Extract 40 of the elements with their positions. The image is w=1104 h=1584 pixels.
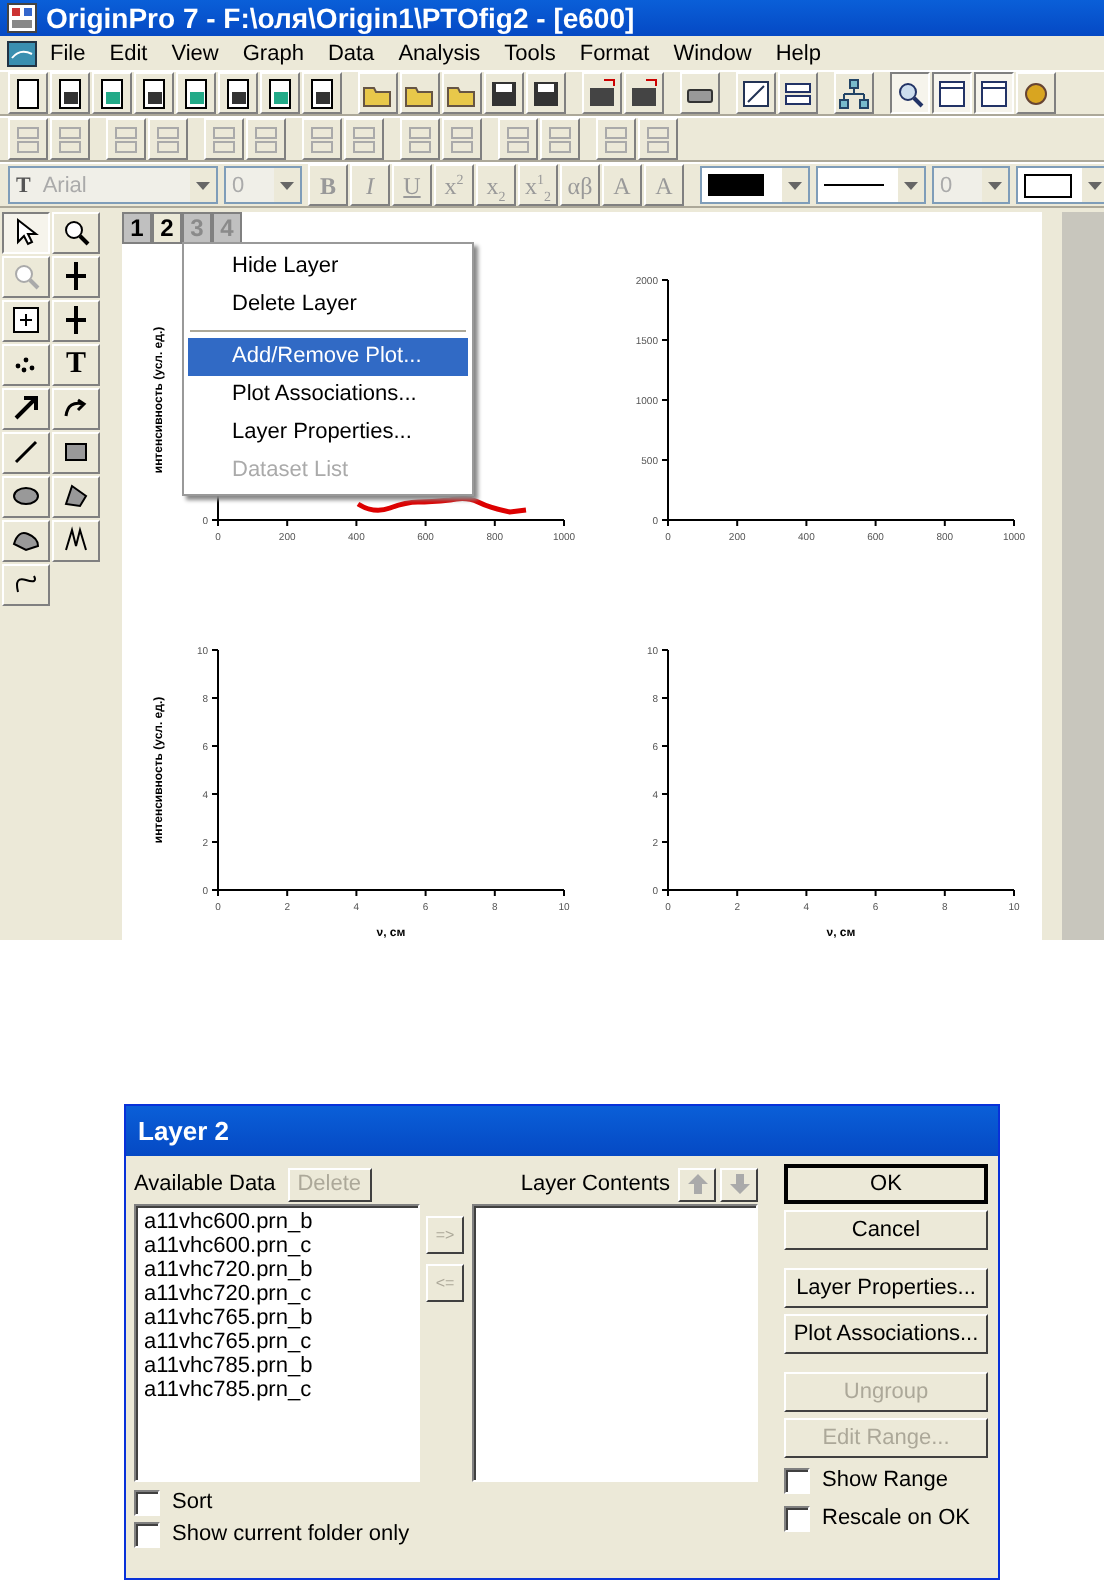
available-data-label: Available Data (134, 1172, 276, 1196)
list-item[interactable]: a11vhc600.prn_c (144, 1234, 410, 1258)
menu-item[interactable]: Format (567, 41, 662, 66)
list-item[interactable]: a11vhc765.prn_c (144, 1330, 410, 1354)
window-title: OriginPro 7 - F:\оля\Origin1\PTOfig2 - [e600] (46, 2, 635, 35)
menu-item[interactable]: Tools (492, 41, 568, 66)
list-item[interactable]: a11vhc785.prn_b (144, 1354, 410, 1378)
dialog-button[interactable]: Layer Properties... (784, 1268, 988, 1308)
menu-item[interactable]: File (38, 41, 98, 66)
checkbox-label: Show current folder only (172, 1522, 410, 1546)
menu-item[interactable]: Layer Properties... (188, 413, 468, 452)
layer-tab[interactable]: 1 (122, 211, 152, 244)
menu-item[interactable]: Data (315, 41, 387, 66)
menu-item[interactable]: Graph (230, 41, 316, 66)
menu-item[interactable]: Window (661, 41, 764, 66)
dialog-button[interactable]: Cancel (784, 1210, 988, 1250)
menu-item[interactable]: Add/Remove Plot... (188, 337, 468, 376)
available-data-list[interactable]: a11vhc600.prn_b a11vhc600.prn_c a11vhc720.prn_b a11vhc720.prn_c a11vhc765.prn_b a11vhc765.prn_c a11vhc785.prn_b a11vhc785.prn_c (134, 1204, 420, 1482)
checkbox-label: Show Range (822, 1468, 948, 1492)
text-tool[interactable]: T (52, 343, 100, 386)
dialog-button[interactable]: OK (784, 1164, 988, 1204)
menu-item[interactable]: Delete Layer (188, 285, 468, 324)
menu-item[interactable]: Edit (97, 41, 160, 66)
layer-contents-label: Layer Contents (520, 1172, 670, 1196)
checkbox-label: Rescale on OK (822, 1506, 970, 1530)
layer-tab[interactable]: 2 (152, 211, 182, 244)
list-item[interactable]: a11vhc720.prn_c (144, 1282, 410, 1306)
menu-item[interactable]: Analysis (386, 41, 493, 66)
menu-item[interactable]: Hide Layer (188, 247, 468, 286)
menu-item[interactable]: Help (763, 41, 833, 66)
list-item[interactable]: a11vhc720.prn_b (144, 1258, 410, 1282)
list-item[interactable]: a11vhc765.prn_b (144, 1306, 410, 1330)
list-item[interactable]: a11vhc600.prn_b (144, 1210, 410, 1234)
font-dropdown[interactable]: T Arial (8, 166, 218, 205)
checkbox-label: Sort (172, 1490, 213, 1514)
list-item[interactable]: a11vhc785.prn_c (144, 1378, 410, 1402)
menu-item[interactable]: View (159, 41, 231, 66)
menu-item[interactable]: Plot Associations... (188, 375, 468, 414)
dialog-button[interactable]: Plot Associations... (784, 1314, 988, 1354)
dialog-title: Layer 2 (138, 1116, 230, 1146)
